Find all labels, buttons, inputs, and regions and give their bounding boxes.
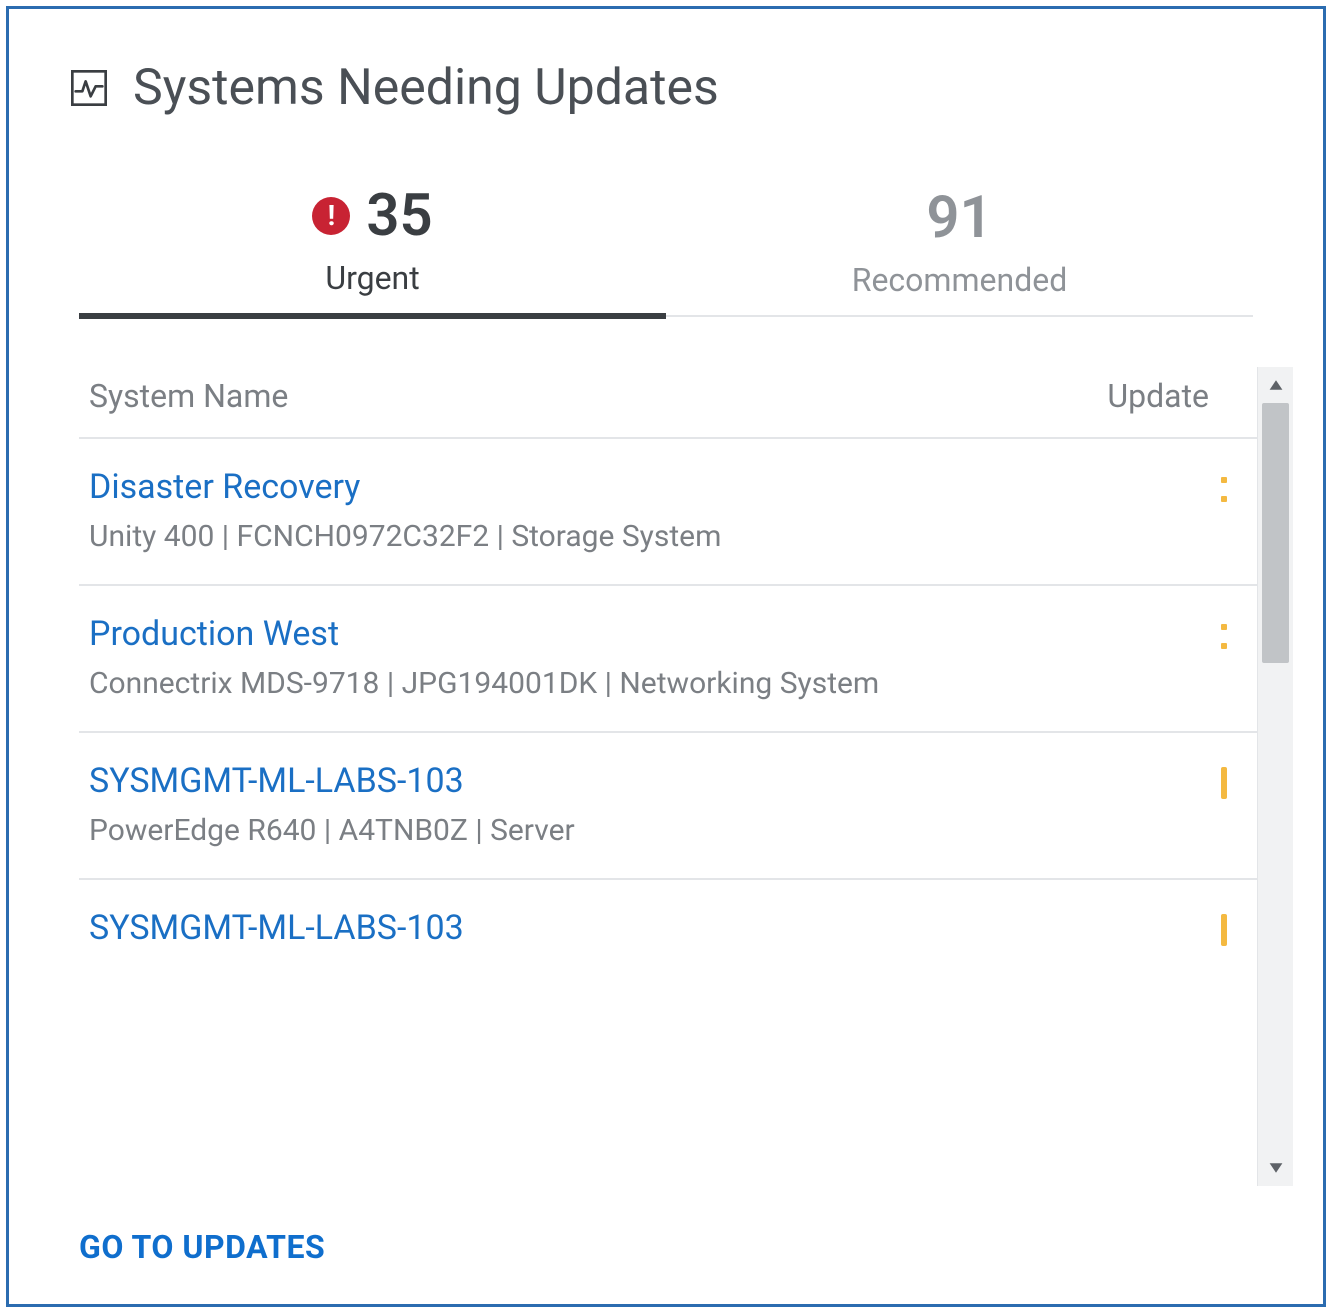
update-indicator[interactable] (1187, 614, 1247, 652)
urgent-count: 35 (366, 187, 432, 245)
table-body: Disaster Recovery Unity 400 | FCNCH0972C… (79, 439, 1257, 948)
recommended-label: Recommended (666, 261, 1253, 299)
card-footer: GO TO UPDATES (9, 1206, 1323, 1274)
col-system-name[interactable]: System Name (79, 377, 1057, 415)
tab-recommended[interactable]: 91 Recommended (666, 189, 1253, 315)
table-row: SYSMGMT-ML-LABS-103 (79, 880, 1257, 948)
system-details: Unity 400 | FCNCH0972C32F2 | Storage Sys… (89, 519, 1187, 554)
system-link[interactable]: Disaster Recovery (89, 467, 1187, 507)
urgent-label: Urgent (79, 259, 666, 297)
table-row: Disaster Recovery Unity 400 | FCNCH0972C… (79, 439, 1257, 586)
table-row: Production West Connectrix MDS-9718 | JP… (79, 586, 1257, 733)
system-link[interactable]: SYSMGMT-ML-LABS-103 (89, 908, 1187, 948)
update-indicator[interactable] (1187, 467, 1247, 505)
tabs: ! 35 Urgent 91 Recommended (9, 147, 1323, 317)
card-header: Systems Needing Updates (9, 49, 1323, 147)
scroll-up-button[interactable] (1258, 367, 1293, 403)
system-details: Connectrix MDS-9718 | JPG194001DK | Netw… (89, 666, 1187, 701)
system-details: PowerEdge R640 | A4TNB0Z | Server (89, 813, 1187, 848)
table-row: SYSMGMT-ML-LABS-103 PowerEdge R640 | A4T… (79, 733, 1257, 880)
recommended-count: 91 (926, 189, 992, 247)
table-header: System Name Update (79, 367, 1257, 439)
systems-table: System Name Update Disaster Recovery Uni… (79, 367, 1293, 1186)
scroll-thumb[interactable] (1262, 403, 1289, 663)
go-to-updates-link[interactable]: GO TO UPDATES (79, 1228, 325, 1266)
alert-icon: ! (312, 197, 350, 235)
card-title: Systems Needing Updates (133, 59, 719, 117)
system-link[interactable]: SYSMGMT-ML-LABS-103 (89, 761, 1187, 801)
update-indicator[interactable] (1187, 761, 1247, 799)
tab-urgent[interactable]: ! 35 Urgent (79, 187, 666, 319)
activity-icon (69, 68, 109, 108)
col-update[interactable]: Update (1057, 377, 1257, 415)
scroll-down-button[interactable] (1258, 1150, 1293, 1186)
update-indicator[interactable] (1187, 908, 1247, 946)
updates-card: Systems Needing Updates ! 35 Urgent 91 R… (6, 6, 1326, 1307)
scroll-track[interactable] (1258, 403, 1293, 1150)
scrollbar[interactable] (1257, 367, 1293, 1186)
system-link[interactable]: Production West (89, 614, 1187, 654)
